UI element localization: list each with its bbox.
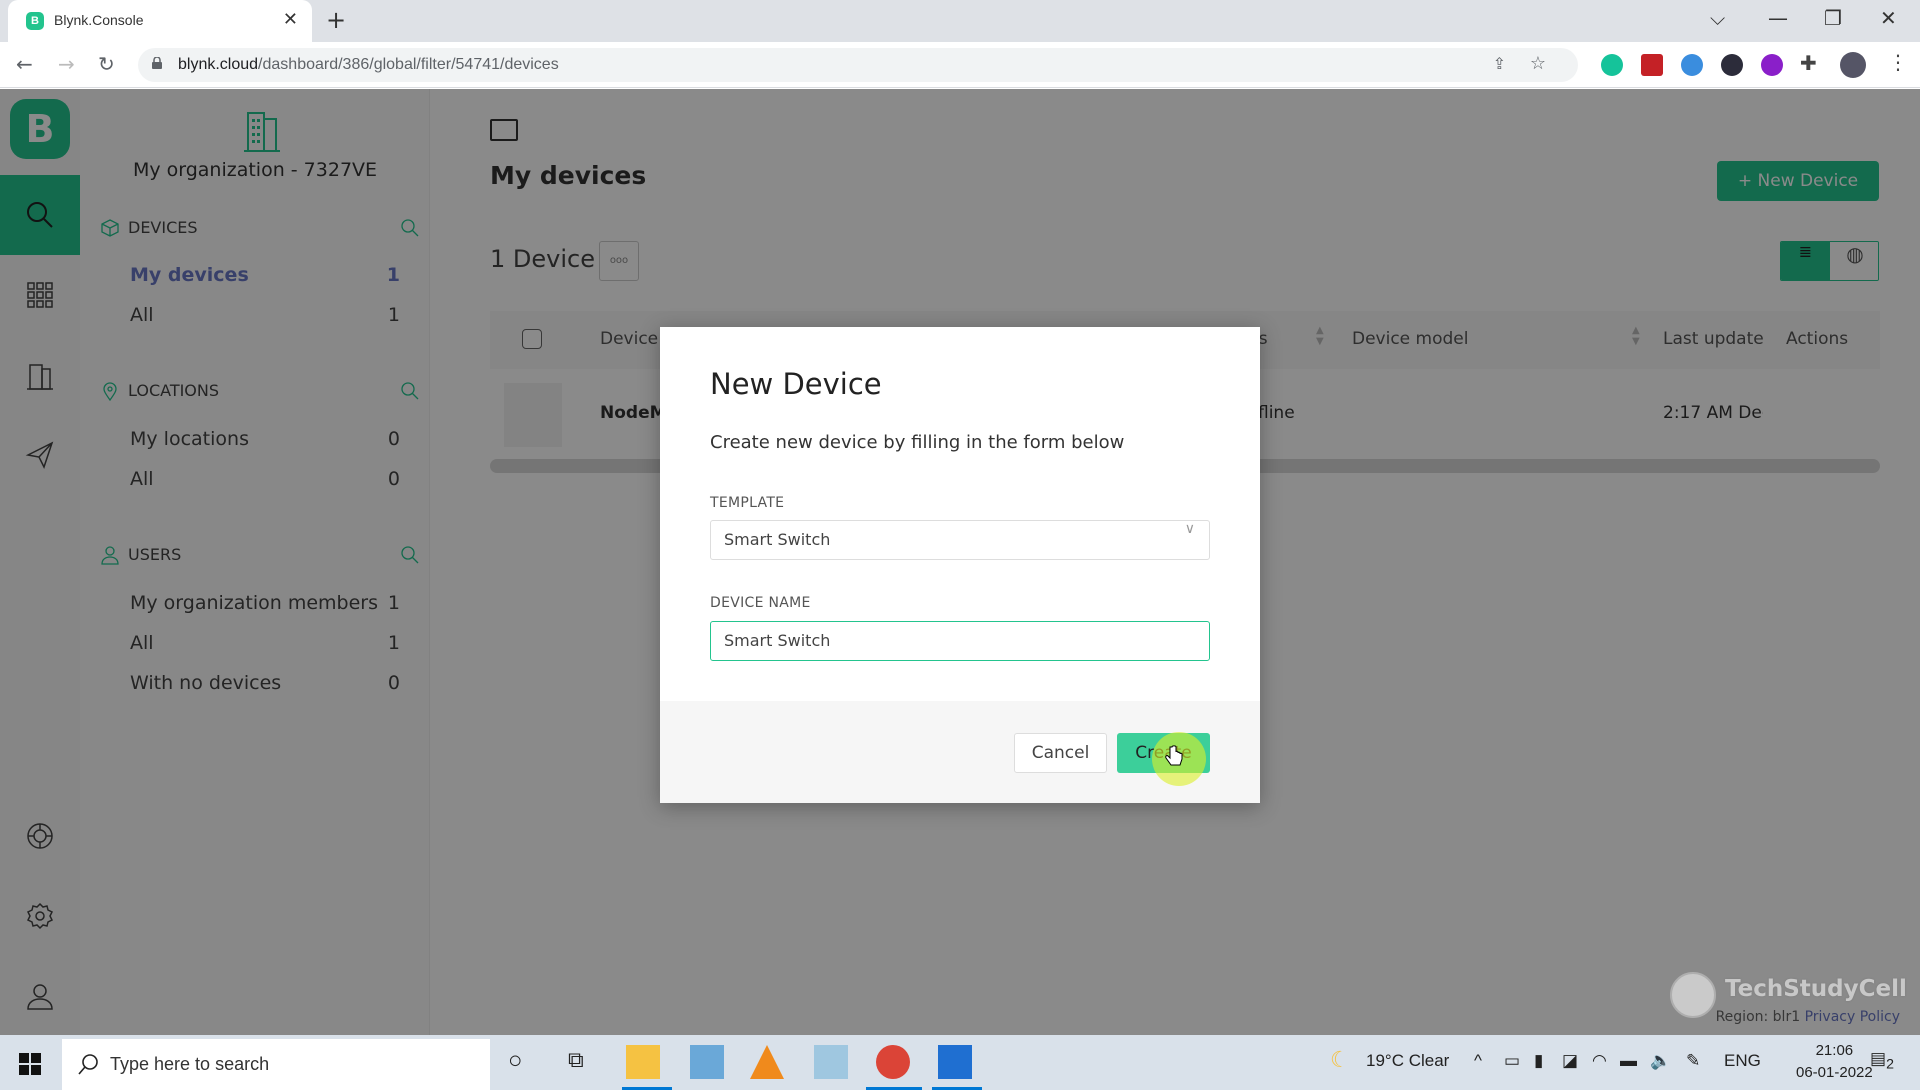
back-button[interactable]: ← (16, 52, 33, 76)
wifi-icon[interactable]: ◠ (1592, 1051, 1607, 1071)
weather-moon-icon[interactable]: ☾ (1330, 1047, 1350, 1073)
language-indicator[interactable]: ENG (1724, 1051, 1761, 1071)
restore-button[interactable]: ❐ (1824, 6, 1842, 30)
screen-share-icon[interactable]: ◪ (1562, 1051, 1578, 1071)
url-text: blynk.cloud/dashboard/386/global/filter/… (178, 56, 559, 74)
battery-icon[interactable]: ▬ (1620, 1051, 1637, 1071)
windows-start-icon[interactable] (19, 1053, 41, 1075)
share-icon[interactable]: ⇪ (1493, 54, 1506, 73)
lock-icon (152, 57, 162, 69)
windows-taskbar: Type here to search ○ ⧉ ☾ 19°C Clear ^ ▭… (0, 1035, 1920, 1090)
modal-footer: Cancel Create (660, 701, 1260, 803)
close-window-button[interactable]: ✕ (1880, 6, 1897, 30)
vlc-icon[interactable] (750, 1045, 784, 1079)
search-icon (78, 1054, 98, 1075)
camera-icon[interactable]: ▭ (1504, 1051, 1520, 1071)
hand-cursor-icon (1165, 745, 1183, 766)
tab-search-chevron-icon[interactable]: ⌵ (1710, 6, 1725, 30)
chevron-down-icon: ∨ (1184, 521, 1195, 537)
volume-icon[interactable]: 🔈 (1650, 1051, 1671, 1071)
template-select[interactable]: Smart Switch ∨ (710, 520, 1210, 560)
photos-icon[interactable] (938, 1045, 972, 1079)
blynk-favicon-icon: B (26, 12, 44, 30)
clock-date: 06-01-2022 (1796, 1064, 1873, 1081)
forward-button[interactable]: → (58, 52, 75, 76)
flash-icon[interactable] (1641, 54, 1663, 76)
browser-menu-icon[interactable]: ⋮ (1888, 50, 1908, 74)
device-name-value: Smart Switch (724, 631, 831, 650)
cancel-button[interactable]: Cancel (1014, 733, 1107, 773)
url-path: /dashboard/386/global/filter/54741/devic… (258, 56, 559, 73)
show-hidden-icons-chevron[interactable]: ^ (1474, 1051, 1482, 1071)
taskbar-search-box[interactable]: Type here to search (62, 1039, 490, 1090)
device-name-input[interactable]: Smart Switch (710, 621, 1210, 661)
new-tab-button[interactable]: + (326, 6, 346, 34)
watermark-text: TechStudyCell (1725, 976, 1907, 1002)
tab-close-icon[interactable]: ✕ (283, 9, 298, 30)
microphone-icon[interactable]: ▮ (1534, 1051, 1543, 1071)
watermark: TechStudyCell (1670, 972, 1920, 1022)
clock-time: 21:06 (1815, 1042, 1854, 1059)
k-extension-icon[interactable] (1721, 54, 1743, 76)
tab-title: Blynk.Console (54, 12, 144, 28)
bookmark-star-icon[interactable]: ☆ (1530, 53, 1546, 74)
grammarly-icon[interactable] (1601, 54, 1623, 76)
task-view-icon[interactable]: ⧉ (568, 1047, 584, 1073)
reload-button[interactable]: ↻ (98, 52, 115, 76)
taskbar-search-placeholder: Type here to search (110, 1054, 270, 1074)
template-label: TEMPLATE (710, 495, 785, 511)
file-explorer-icon[interactable] (626, 1045, 660, 1079)
extensions-puzzle-icon[interactable]: ✚ (1800, 51, 1817, 75)
notification-center-icon[interactable]: ▤2 (1870, 1049, 1894, 1072)
this-pc-icon[interactable] (690, 1045, 724, 1079)
device-name-label: DEVICE NAME (710, 595, 811, 611)
browser-tab[interactable]: B Blynk.Console ✕ (8, 0, 312, 42)
chrome-icon[interactable] (876, 1045, 910, 1079)
w-extension-icon[interactable] (1761, 54, 1783, 76)
notepad-icon[interactable] (814, 1045, 848, 1079)
url-host: blynk.cloud (178, 56, 259, 73)
globe-extension-icon[interactable] (1681, 54, 1703, 76)
browser-tab-bar: B Blynk.Console ✕ + ⌵ — ❐ ✕ (0, 0, 1920, 42)
cortana-icon[interactable]: ○ (508, 1047, 523, 1075)
modal-title: New Device (710, 367, 882, 401)
modal-subtitle: Create new device by filling in the form… (710, 432, 1125, 453)
watermark-logo (1670, 972, 1716, 1018)
browser-toolbar: ← → ↻ blynk.cloud/dashboard/386/global/f… (0, 42, 1920, 88)
taskbar-clock[interactable]: 21:06 06-01-2022 (1796, 1040, 1873, 1084)
minimize-button[interactable]: — (1768, 6, 1788, 30)
weather-text[interactable]: 19°C Clear (1366, 1051, 1449, 1071)
template-value: Smart Switch (724, 530, 831, 549)
address-bar[interactable]: blynk.cloud/dashboard/386/global/filter/… (138, 48, 1578, 82)
new-device-modal: New Device Create new device by filling … (660, 327, 1260, 803)
notification-count: 2 (1886, 1056, 1894, 1073)
pen-icon[interactable]: ✎ (1686, 1051, 1700, 1071)
profile-avatar[interactable] (1840, 52, 1866, 78)
